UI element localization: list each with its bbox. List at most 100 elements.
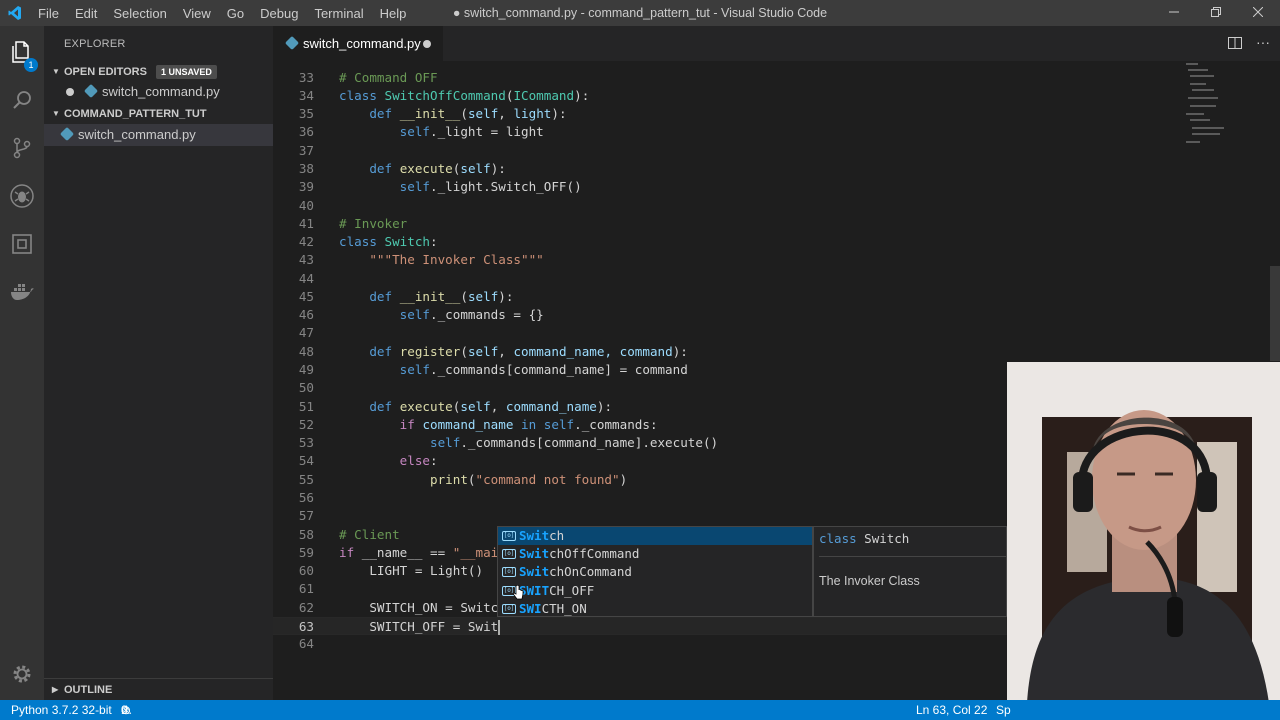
open-editors-label: OPEN EDITORS — [64, 66, 147, 78]
code-line: 45 def __init__(self): — [273, 288, 1280, 306]
python-interpreter[interactable]: Python 3.7.2 32-bit — [11, 700, 112, 720]
menu-file[interactable]: File — [30, 6, 67, 21]
suggest-rest: TH_ON — [549, 600, 587, 616]
variable-icon: [o] — [502, 549, 516, 560]
vertical-scrollbar[interactable] — [1270, 266, 1280, 361]
line-number: 38 — [298, 161, 314, 176]
indentation-status[interactable]: Sp — [996, 700, 1011, 720]
debug-icon[interactable] — [0, 174, 44, 218]
code-text: # Client — [339, 527, 400, 542]
suggest-rest: ch — [549, 528, 565, 543]
divider — [819, 556, 1009, 557]
code-line: 37 — [273, 142, 1280, 160]
minimize-icon[interactable] — [1152, 0, 1196, 26]
split-editor-icon[interactable] — [1228, 36, 1242, 55]
menu-help[interactable]: Help — [372, 6, 415, 21]
folder-file-item[interactable]: switch_command.py — [44, 124, 273, 146]
folder-label: COMMAND_PATTERN_TUT — [64, 108, 207, 120]
line-number: 37 — [298, 143, 314, 158]
more-actions-icon[interactable]: ··· — [1256, 34, 1270, 50]
line-number: 64 — [298, 636, 314, 651]
code-line: 46 self._commands = {} — [273, 306, 1280, 324]
line-number: 57 — [298, 508, 314, 523]
menu-debug[interactable]: Debug — [252, 6, 306, 21]
code-text: ._light.Switch_OFF() — [430, 179, 582, 194]
line-number: 54 — [298, 453, 314, 468]
code-text: ._commands[command_name].execute() — [460, 435, 719, 450]
chevron-down-icon: ▼ — [52, 67, 60, 76]
unsaved-dot-icon[interactable] — [423, 40, 431, 48]
line-number: 48 — [298, 344, 314, 359]
chevron-down-icon: ▼ — [52, 109, 60, 118]
code-text: "command not found" — [475, 472, 620, 487]
code-text: else — [399, 453, 431, 468]
suggest-item[interactable]: [o] SwitchOffCommand — [498, 545, 812, 563]
suggest-rest: chOffCommand — [549, 546, 640, 562]
folder-header[interactable]: ▼ COMMAND_PATTERN_TUT — [44, 103, 273, 125]
activity-bar: 1 — [0, 26, 44, 700]
suggest-item[interactable]: [o] SwitchOnCommand — [498, 563, 812, 581]
menu-view[interactable]: View — [175, 6, 219, 21]
docker-icon[interactable] — [0, 270, 44, 314]
line-number: 44 — [298, 271, 314, 286]
webcam-overlay — [1007, 362, 1280, 703]
suggest-rest: CH_OFF — [549, 582, 595, 598]
suggest-item[interactable]: [o] SWITCH_OFF — [498, 582, 812, 600]
code-text: """The Invoker Class""" — [369, 252, 544, 267]
code-text: SWITCH_ON = Switc — [369, 600, 499, 615]
code-text: execute — [399, 399, 453, 414]
line-number: 63 — [298, 619, 314, 634]
code-text: def — [369, 106, 393, 121]
line-number: 47 — [298, 325, 314, 340]
code-text: ._commands: — [574, 417, 658, 432]
code-line: 44 — [273, 270, 1280, 288]
python-file-icon — [83, 83, 99, 99]
menu-go[interactable]: Go — [219, 6, 252, 21]
variable-icon: [o] — [502, 603, 516, 614]
python-file-icon — [59, 126, 75, 142]
title-bar: File Edit Selection View Go Debug Termin… — [0, 0, 1280, 26]
suggest-match: Swit — [519, 564, 550, 580]
code-text: "__mai — [452, 545, 499, 560]
sidebar-title: EXPLORER — [64, 38, 126, 50]
close-window-icon[interactable] — [1236, 0, 1280, 26]
code-text: execute — [399, 161, 453, 176]
menu-edit[interactable]: Edit — [67, 6, 105, 21]
cursor-position[interactable]: Ln 63, Col 22 — [916, 700, 987, 720]
menu-selection[interactable]: Selection — [105, 6, 174, 21]
code-line: 34 class SwitchOffCommand(ICommand): — [273, 87, 1280, 105]
code-text: if — [339, 545, 355, 560]
suggest-item[interactable]: [o] Switch — [498, 527, 812, 546]
outline-label: OUTLINE — [64, 684, 113, 696]
code-text: command_name — [422, 417, 514, 432]
tab-switch-command[interactable]: switch_command.py — [273, 26, 443, 61]
suggest-rest: chOnCommand — [549, 564, 632, 580]
status-bar: Python 3.7.2 32-bit ⊗ 0 ⚠ 0 Ln 63, Col 2… — [0, 700, 1280, 720]
line-number: 40 — [298, 198, 314, 213]
code-text: if — [399, 417, 415, 432]
open-editors-header[interactable]: ▼ OPEN EDITORS 1 UNSAVED — [44, 61, 273, 83]
maximize-icon[interactable] — [1194, 0, 1238, 26]
line-number: 46 — [298, 307, 314, 322]
line-number: 43 — [298, 252, 314, 267]
tab-label: switch_command.py — [303, 36, 421, 51]
explorer-icon[interactable]: 1 — [0, 30, 44, 74]
settings-gear-icon[interactable] — [0, 652, 44, 696]
suggest-item[interactable]: [o] SWICTH_ON — [498, 600, 812, 618]
outline-header[interactable]: ▶ OUTLINE — [44, 678, 273, 700]
open-editor-item[interactable]: switch_command.py — [44, 81, 273, 103]
extensions-icon[interactable] — [0, 222, 44, 266]
signature-keyword: class — [819, 531, 857, 546]
line-number: 58 — [298, 527, 314, 542]
suggest-mid: C — [541, 600, 550, 616]
menu-terminal[interactable]: Terminal — [306, 6, 371, 21]
unsaved-dot-icon[interactable] — [66, 88, 74, 96]
line-number: 42 — [298, 234, 314, 249]
minimap[interactable] — [1186, 61, 1246, 181]
line-number: 50 — [298, 380, 314, 395]
source-control-icon[interactable] — [0, 126, 44, 170]
code-line: 39 self._light.Switch_OFF() — [273, 178, 1280, 196]
search-icon[interactable] — [0, 78, 44, 122]
line-number: 34 — [298, 88, 314, 103]
explorer-badge: 1 — [24, 58, 38, 72]
